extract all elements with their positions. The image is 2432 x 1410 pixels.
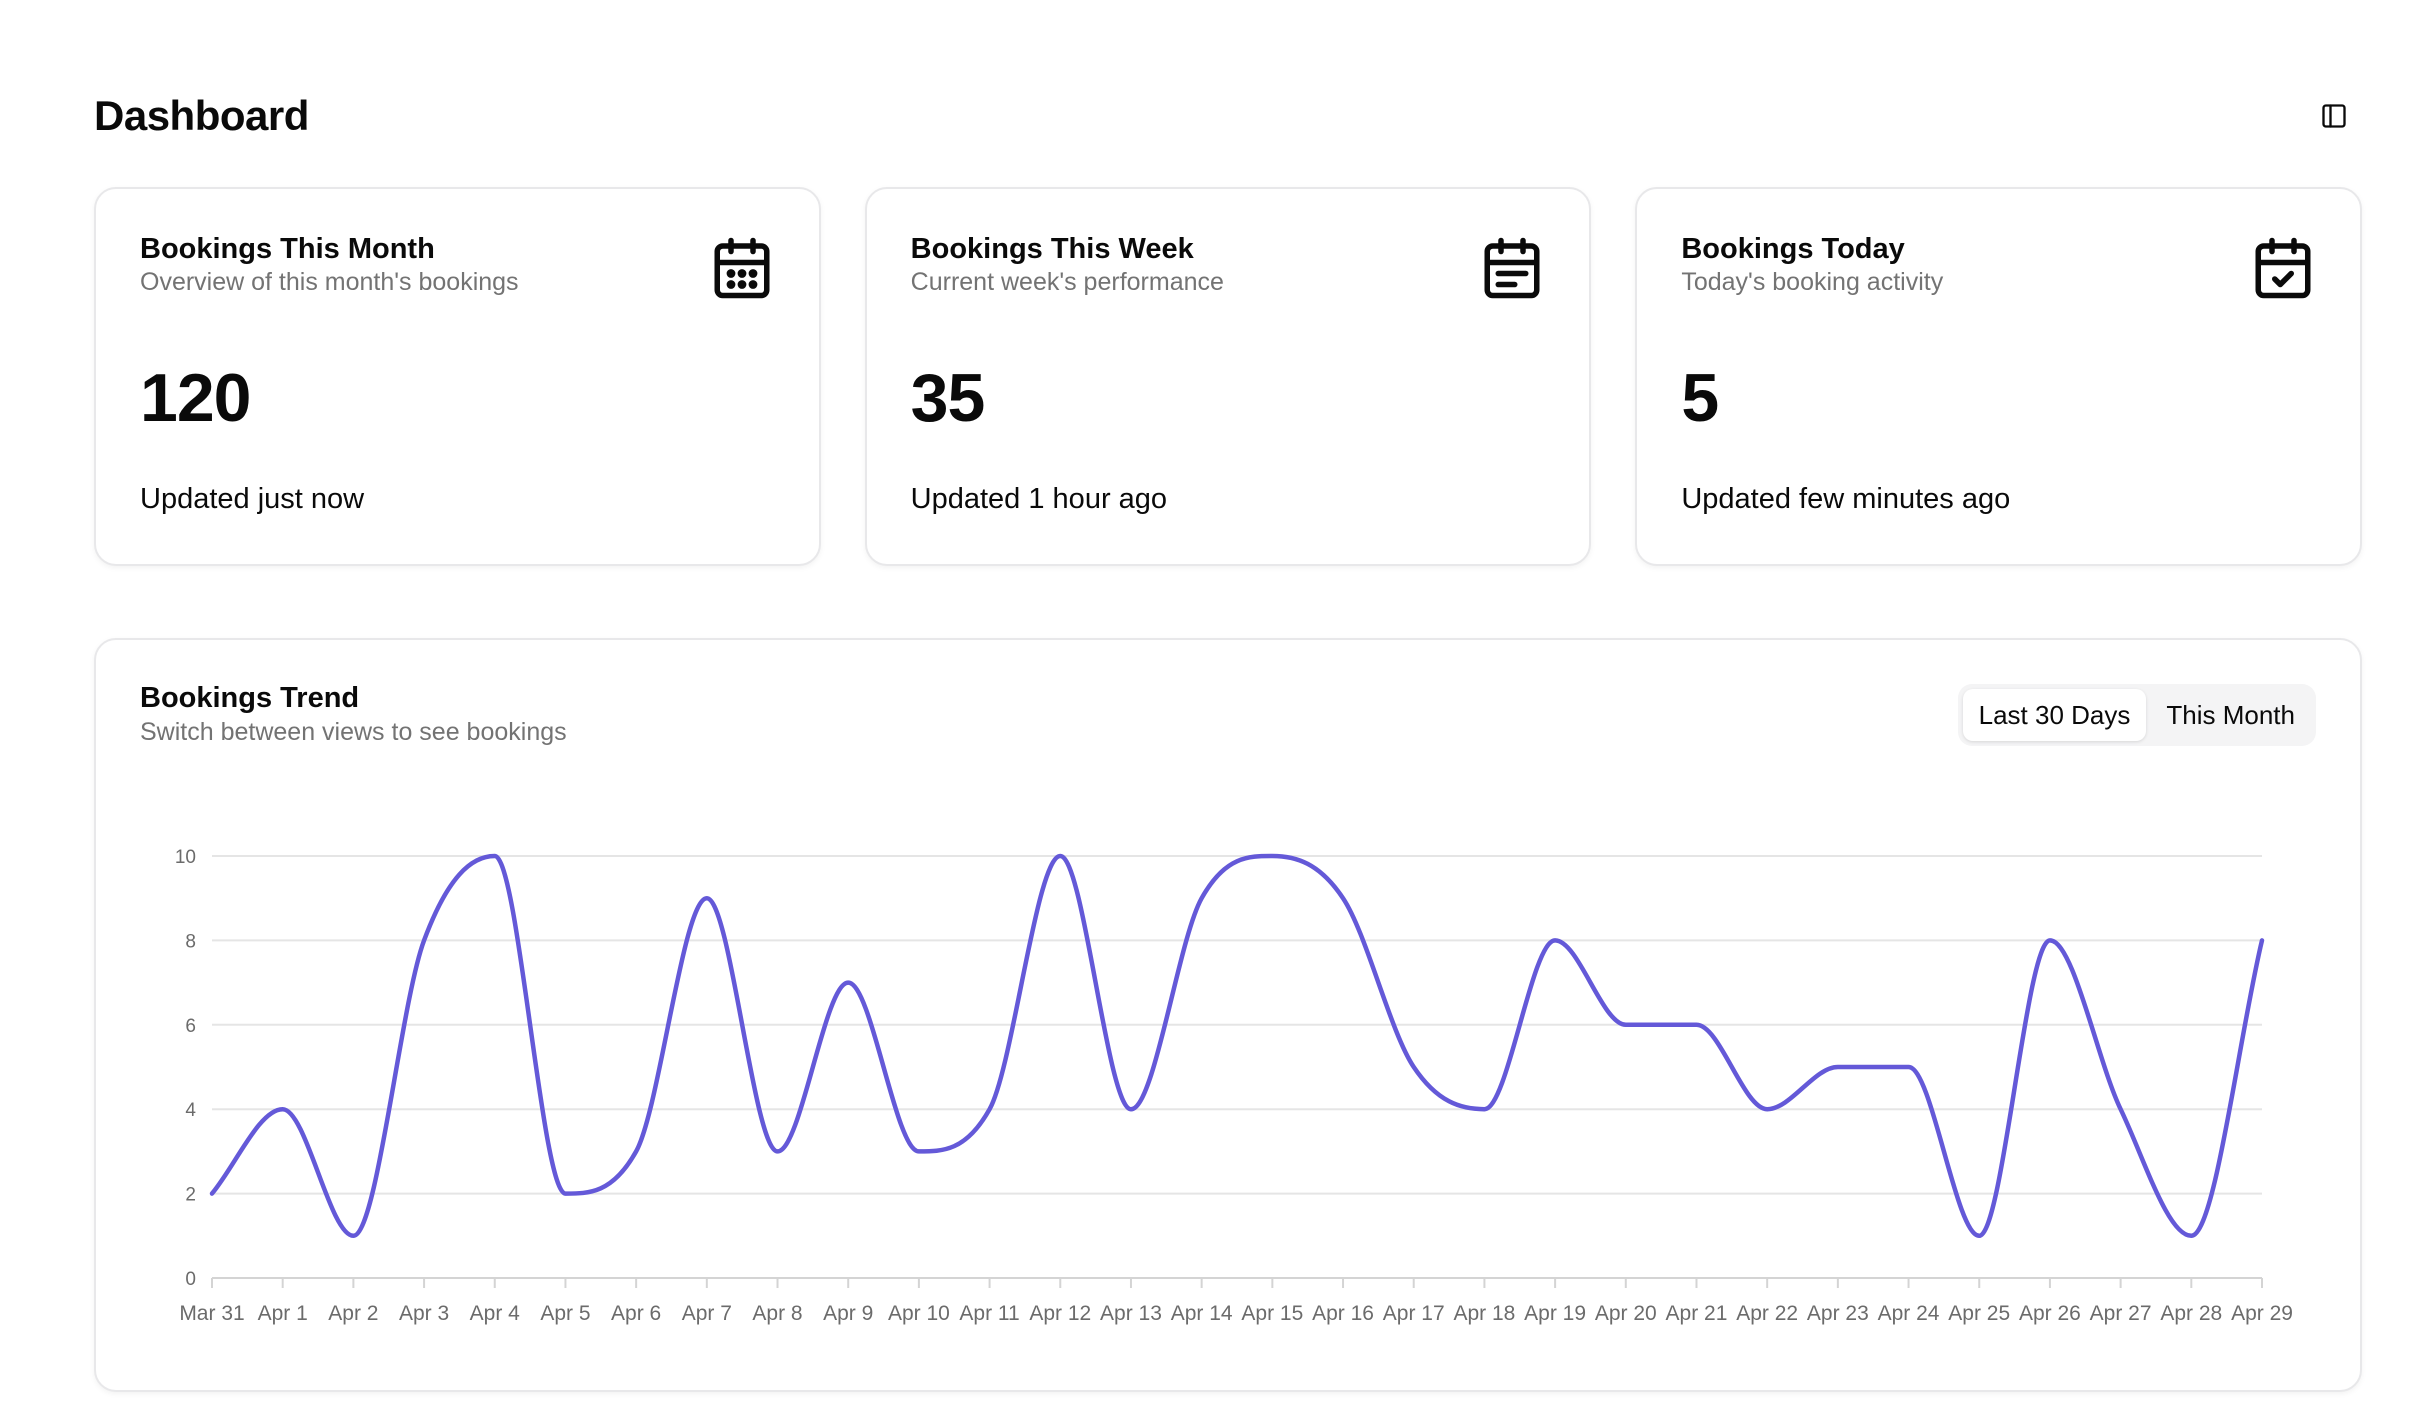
card-bookings-month: Bookings This Month Overview of this mon… <box>94 187 821 566</box>
calendar-list-icon <box>1484 237 1540 299</box>
y-tick-label: 8 <box>185 931 196 952</box>
sidebar-toggle-button[interactable] <box>2306 88 2362 144</box>
x-tick-label: Apr 23 <box>1807 1302 1869 1325</box>
panel-left-icon <box>2322 104 2346 128</box>
y-tick-label: 0 <box>185 1269 196 1290</box>
header: Dashboard <box>94 86 2362 146</box>
x-tick-label: Apr 24 <box>1878 1302 1940 1325</box>
x-tick-label: Apr 16 <box>1312 1302 1374 1325</box>
card-value: 120 <box>140 360 251 436</box>
x-tick-label: Apr 11 <box>959 1302 1019 1325</box>
card-subtitle: Current week's performance <box>910 268 1224 296</box>
x-tick-label: Apr 21 <box>1666 1302 1728 1325</box>
x-tick-label: Apr 29 <box>2231 1302 2293 1325</box>
x-tick-label: Apr 9 <box>823 1302 873 1325</box>
x-tick-label: Apr 5 <box>540 1302 590 1325</box>
dashboard-page: Dashboard Bookings This Month Overview o… <box>0 0 2432 1410</box>
y-tick-label: 6 <box>185 1016 196 1037</box>
x-tick-label: Apr 26 <box>2019 1302 2081 1325</box>
x-tick-label: Apr 15 <box>1241 1302 1303 1325</box>
y-tick-label: 2 <box>185 1185 196 1206</box>
x-tick-label: Apr 2 <box>328 1302 378 1325</box>
card-bookings-week: Bookings This Week Current week's perfor… <box>864 187 1592 566</box>
bookings-series-line <box>209 853 2265 1239</box>
x-tick-label: Apr 20 <box>1595 1302 1657 1325</box>
x-tick-label: Apr 8 <box>752 1302 802 1325</box>
x-tick-label: Apr 17 <box>1383 1302 1445 1325</box>
x-tick-label: Apr 22 <box>1736 1302 1798 1325</box>
calendar-check-icon <box>2255 237 2311 299</box>
stats-cards: Bookings This Month Overview of this mon… <box>94 187 2363 566</box>
bookings-trend-card: Bookings Trend Switch between views to s… <box>94 638 2362 1392</box>
x-tick-label: Apr 13 <box>1100 1302 1162 1325</box>
card-footer: Updated few minutes ago <box>1681 483 2011 515</box>
x-tick-label: Apr 27 <box>2090 1302 2152 1325</box>
y-tick-label: 4 <box>185 1100 196 1121</box>
card-value: 35 <box>910 360 986 436</box>
x-tick-label: Apr 3 <box>399 1302 449 1325</box>
x-tick-label: Apr 10 <box>888 1302 950 1325</box>
x-tick-label: Apr 7 <box>682 1302 732 1325</box>
calendar-grid-icon <box>714 237 770 299</box>
x-tick-label: Apr 28 <box>2160 1302 2222 1325</box>
card-footer: Updated 1 hour ago <box>910 483 1168 515</box>
x-tick-label: Apr 6 <box>611 1302 661 1325</box>
x-tick-label: Apr 12 <box>1029 1302 1091 1325</box>
x-tick-label: Apr 14 <box>1171 1302 1233 1325</box>
card-value: 5 <box>1681 360 1719 436</box>
bookings-line-chart: 0 2 4 6 8 10 Mar 31 Apr 1 Apr 2 Apr 3 Apr 4 Apr 5 Ap… <box>175 847 2293 1325</box>
card-subtitle: Today's booking activity <box>1681 268 1944 296</box>
y-tick-label: 10 <box>175 847 196 868</box>
card-title: Bookings This Month <box>140 233 435 265</box>
card-footer: Updated just now <box>140 483 365 515</box>
x-tick-label: Apr 18 <box>1453 1302 1515 1325</box>
card-title: Bookings Today <box>1681 233 1905 265</box>
card-title: Bookings This Week <box>910 233 1194 265</box>
x-tick-label: Mar 31 <box>179 1302 244 1325</box>
x-tick-label: Apr 4 <box>470 1302 521 1325</box>
page-title: Dashboard <box>94 92 309 139</box>
x-tick-label: Apr 25 <box>1948 1302 2010 1325</box>
x-tick-label: Apr 19 <box>1524 1302 1586 1325</box>
card-subtitle: Overview of this month's bookings <box>140 268 519 296</box>
card-bookings-today: Bookings Today Today's booking activity … <box>1635 187 2363 566</box>
x-tick-label: Apr 1 <box>258 1302 308 1325</box>
